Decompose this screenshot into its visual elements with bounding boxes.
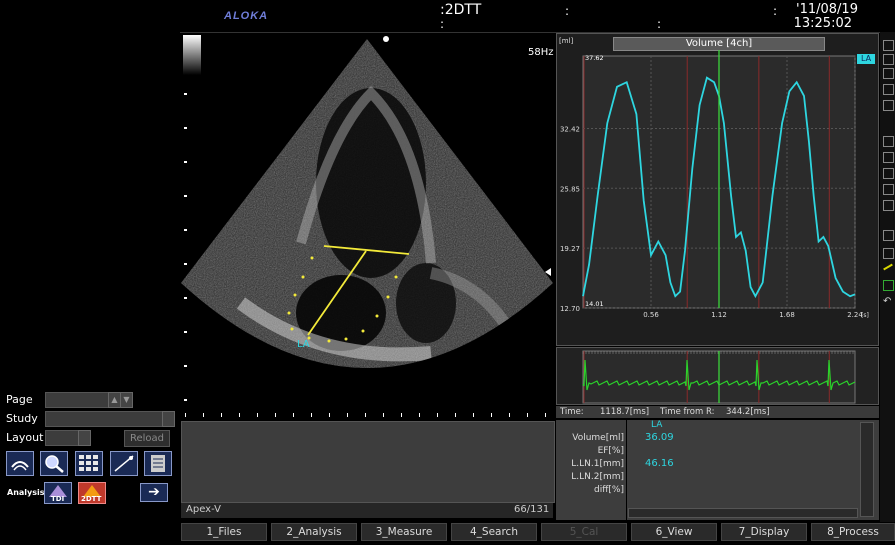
study-label: Study [6, 412, 38, 425]
menu-process[interactable]: 8_Process [811, 523, 895, 541]
study-field[interactable] [45, 411, 163, 427]
tool-icon[interactable] [883, 100, 894, 111]
layout-dropdown-button[interactable] [78, 430, 91, 446]
region-label: LA [297, 339, 310, 350]
tool-icon[interactable] [883, 280, 894, 291]
tool-icon[interactable] [883, 54, 894, 65]
measurement-label: Volume[ml] [572, 433, 624, 443]
tool-icon[interactable] [883, 152, 894, 163]
min-value-label: 14.01 [585, 300, 604, 308]
header-time: 13:25:02 [793, 16, 852, 31]
2dtt-button[interactable]: 2DTT [78, 482, 106, 504]
tool-icon[interactable] [883, 248, 894, 259]
tool-icon[interactable] [883, 84, 894, 95]
magnify-tool-button[interactable] [40, 451, 68, 476]
menu-display[interactable]: 7_Display [721, 523, 807, 541]
volume-chart: 12.7019.2725.8532.420.56 1.12 1.68 2.24[s]3… [560, 50, 869, 319]
tool-strip: ↶ [880, 32, 895, 522]
view-label: Apex-V [186, 504, 221, 515]
y-tick-label: 19.27 [560, 245, 580, 253]
tool-icon[interactable] [883, 230, 894, 241]
measurement-value: 46.16 [645, 458, 674, 469]
x-tick-label: 0.56 [643, 311, 659, 319]
menu-files[interactable]: 1_Files [181, 523, 267, 541]
tool-icon[interactable] [883, 184, 894, 195]
status-bar: Apex-V 66/131 [181, 503, 553, 518]
time-value: 1118.7[ms] [600, 407, 650, 417]
grid-layout-button[interactable] [75, 451, 103, 476]
ecg-trace [582, 350, 856, 404]
frame-pointer-icon [545, 268, 551, 276]
frame-counter: 66/131 [514, 504, 550, 515]
mode-label: :2DTT [440, 2, 482, 18]
page-label: Page [6, 393, 33, 406]
header-colon: : [657, 17, 662, 31]
measurement-label: L.LN.2[mm] [571, 472, 624, 482]
measurement-label: EF[%] [597, 446, 624, 456]
tdi-button[interactable]: TDI [44, 482, 72, 504]
undo-icon[interactable]: ↶ [883, 296, 891, 307]
menu-cal[interactable]: 5_Cal [541, 523, 627, 541]
y-tick-label: 12.70 [560, 305, 580, 313]
measure-line-button[interactable] [110, 451, 138, 476]
measurement-label: diff[%] [594, 485, 624, 495]
page-down-button[interactable]: ▼ [120, 392, 133, 408]
probe-tool-button[interactable] [6, 451, 34, 476]
measurement-scrollbar[interactable] [860, 422, 874, 517]
page-field[interactable] [45, 392, 109, 408]
study-dropdown-button[interactable] [162, 411, 175, 427]
menu-search[interactable]: 4_Search [451, 523, 537, 541]
menu-view[interactable]: 6_View [631, 523, 717, 541]
next-arrow-icon[interactable]: ➔ [140, 483, 168, 502]
max-value-label: 37.62 [585, 54, 604, 62]
tool-icon[interactable] [883, 40, 894, 51]
echo-image [181, 35, 553, 417]
header-colon: : [565, 4, 570, 18]
2dtt-label: 2DTT [81, 495, 102, 503]
measurement-hscrollbar[interactable] [628, 508, 858, 518]
image-info-panel [181, 421, 555, 503]
volume-chart-panel[interactable]: Volume [4ch] [ml] LA 12.70 19.27 25.85 32.4… [556, 33, 879, 346]
ultrasound-panel[interactable] [181, 33, 553, 418]
report-tool-button[interactable] [144, 451, 172, 476]
menu-measure[interactable]: 3_Measure [361, 523, 447, 541]
x-tick-label: 1.68 [779, 311, 795, 319]
layout-label: Layout [6, 431, 44, 444]
layout-field[interactable] [45, 430, 79, 446]
x-tick-label: 1.12 [711, 311, 727, 319]
ecg-panel [556, 347, 879, 405]
x-unit-label: [s] [861, 312, 869, 319]
header-colon: : [440, 17, 445, 31]
tool-icon[interactable] [883, 200, 894, 211]
reload-button[interactable]: Reload [124, 430, 170, 447]
analysis-label: Analysis [7, 488, 45, 497]
measurement-header: LA [651, 420, 663, 430]
frame-rate: 58Hz [528, 47, 554, 58]
time-label: Time: [560, 407, 584, 417]
time-from-r-value: 344.2[ms] [726, 407, 770, 417]
tool-icon[interactable] [883, 136, 894, 147]
brand-logo: ALOKA [224, 10, 269, 22]
header-date: '11/08/19 [796, 2, 858, 17]
tool-icon[interactable] [883, 68, 894, 79]
tdi-label: TDI [51, 495, 65, 503]
header-colon: : [773, 4, 778, 18]
y-tick-label: 32.42 [560, 125, 580, 133]
menu-analysis[interactable]: 2_Analysis [271, 523, 357, 541]
time-from-r-label: Time from R: [660, 407, 715, 417]
measurement-label: L.LN.1[mm] [571, 459, 624, 469]
time-bar: Time: 1118.7[ms] Time from R: 344.2[ms] [556, 406, 879, 418]
tool-icon[interactable] [883, 168, 894, 179]
measurement-value: 36.09 [645, 432, 674, 443]
y-tick-label: 25.85 [560, 185, 580, 193]
pencil-icon[interactable] [883, 263, 893, 271]
